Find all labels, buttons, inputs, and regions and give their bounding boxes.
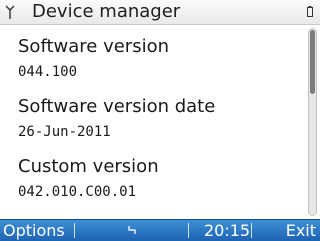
softkey-divider <box>251 223 252 238</box>
item-value: 042.010.C00.01 <box>18 184 137 200</box>
page-title: Device manager <box>32 1 181 22</box>
exit-softkey[interactable]: Exit <box>286 220 316 241</box>
softkey-divider <box>74 223 75 238</box>
item-label: Custom version <box>18 156 159 177</box>
list-item-custom-version[interactable]: Custom version 042.010.C00.01 <box>18 156 159 200</box>
signal-antenna-icon <box>5 5 15 19</box>
scrollbar-thumb[interactable] <box>310 30 315 94</box>
item-value: 044.100 <box>18 64 78 80</box>
options-softkey[interactable]: Options <box>3 220 65 241</box>
softkey-divider <box>188 223 189 238</box>
sync-icon <box>128 226 136 234</box>
item-label: Software version date <box>18 96 216 117</box>
item-label: Software version <box>18 36 169 57</box>
scrollbar[interactable] <box>308 28 317 216</box>
title-bar: Device manager <box>0 0 320 25</box>
battery-icon <box>307 6 313 17</box>
settings-list: Software version 044.100 Software versio… <box>0 25 305 219</box>
item-value: 26-Jun-2011 <box>18 124 111 140</box>
list-item-software-version-date[interactable]: Software version date 26-Jun-2011 <box>18 96 215 140</box>
clock: 20:15 <box>204 221 251 240</box>
list-item-software-version[interactable]: Software version 044.100 <box>18 36 169 80</box>
softkey-bar: Options 20:15 Exit <box>0 219 320 241</box>
